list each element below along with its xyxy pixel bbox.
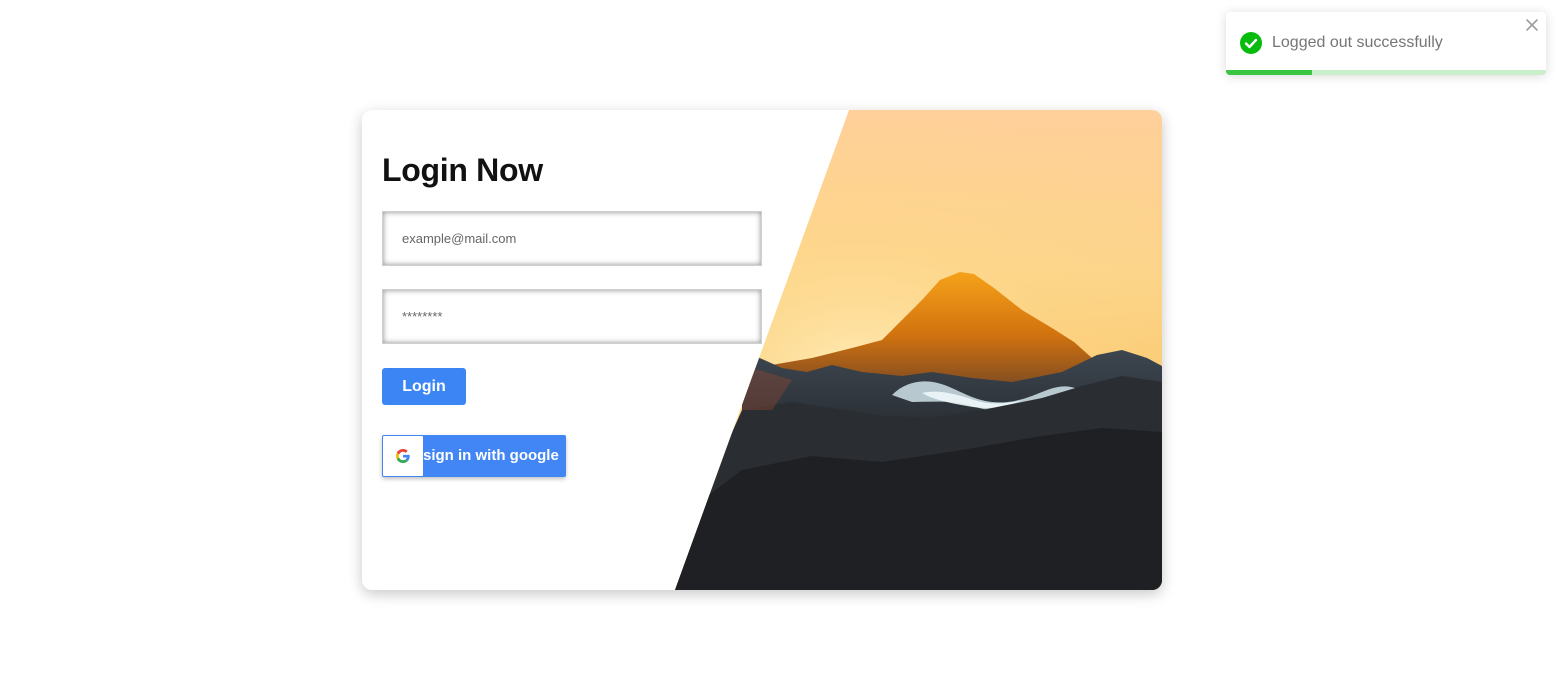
toast-notification: Logged out successfully: [1226, 12, 1546, 75]
toast-progress-track: [1226, 70, 1546, 75]
close-icon[interactable]: [1525, 18, 1539, 32]
toast-message: Logged out successfully: [1272, 34, 1443, 51]
google-logo-icon: [383, 436, 423, 476]
login-card: Login Now Login sign in with google: [362, 110, 1162, 590]
page-title: Login Now: [382, 152, 543, 188]
check-circle-icon: [1240, 32, 1262, 54]
google-sign-in-label: sign in with google: [423, 447, 559, 464]
password-field[interactable]: [382, 289, 762, 344]
google-sign-in-button[interactable]: sign in with google: [382, 435, 566, 477]
email-field[interactable]: [382, 211, 762, 266]
toast-progress-bar: [1226, 70, 1313, 75]
login-button[interactable]: Login: [382, 368, 466, 405]
